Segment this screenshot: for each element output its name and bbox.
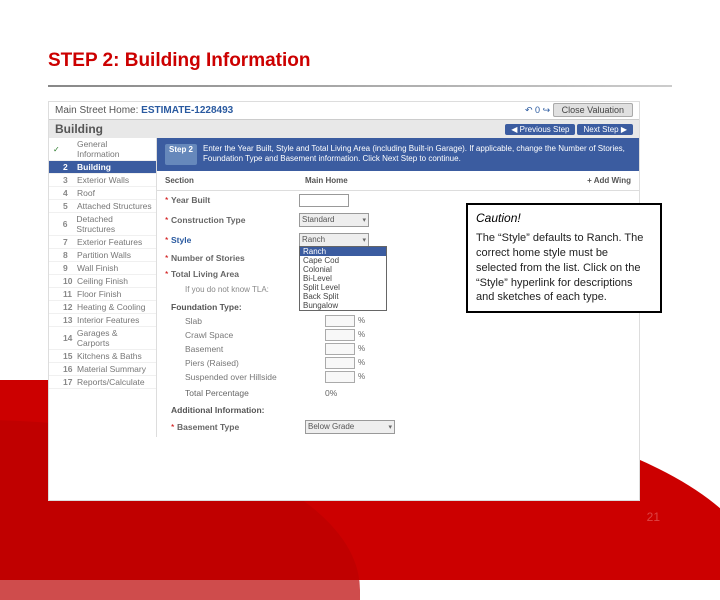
style-option-split-level[interactable]: Split Level <box>300 283 386 292</box>
style-dropdown-list: Ranch Cape Cod Colonial Bi-Level Split L… <box>299 246 387 311</box>
select-construction-type[interactable]: Standard <box>299 213 369 227</box>
sidebar-item-wall-finish[interactable]: 9Wall Finish <box>49 262 156 275</box>
input-year-built[interactable] <box>299 194 349 207</box>
label-construction-type: Construction Type <box>171 215 299 225</box>
section-title-row: Building ◀ Previous StepNext Step ▶ <box>49 120 639 138</box>
sidebar-item-roof[interactable]: 4Roof <box>49 187 156 200</box>
column-main-home: Main Home <box>305 176 348 185</box>
caution-callout: Caution! The “Style” defaults to Ranch. … <box>466 203 662 313</box>
value-total-percentage: 0% <box>325 388 337 398</box>
page-number: 21 <box>647 510 660 524</box>
style-option-cape-cod[interactable]: Cape Cod <box>300 256 386 265</box>
select-basement-type[interactable]: Below Grade <box>305 420 395 434</box>
sidebar-item-general-information[interactable]: General Information <box>49 138 156 161</box>
label-number-of-stories: Number of Stories <box>171 253 299 263</box>
label-style-link[interactable]: Style <box>171 235 299 245</box>
sidebar-item-material-summary[interactable]: 16Material Summary <box>49 363 156 376</box>
label-suspended-hillside: Suspended over Hillside <box>185 372 325 382</box>
input-crawl-space-pct[interactable] <box>325 329 355 341</box>
input-slab-pct[interactable] <box>325 315 355 327</box>
label-year-built: Year Built <box>171 195 299 205</box>
label-slab: Slab <box>185 316 325 326</box>
next-step-button[interactable]: Next Step ▶ <box>577 124 633 135</box>
sidebar-item-interior-features[interactable]: 13Interior Features <box>49 314 156 327</box>
previous-step-button[interactable]: ◀ Previous Step <box>505 124 575 135</box>
step-tag: Step 2 <box>165 144 197 165</box>
sidebar-item-ceiling-finish[interactable]: 10Ceiling Finish <box>49 275 156 288</box>
sidebar-item-detached-structures[interactable]: 6Detached Structures <box>49 213 156 236</box>
style-option-back-split[interactable]: Back Split <box>300 292 386 301</box>
undo-indicator[interactable]: ↶ 0 ↪ <box>525 105 550 115</box>
label-total-living-area: Total Living Area <box>171 269 299 279</box>
tla-hint: If you do not know TLA: <box>171 285 269 294</box>
label-piers-raised: Piers (Raised) <box>185 358 325 368</box>
style-option-bungalow[interactable]: Bungalow <box>300 301 386 310</box>
title-underline <box>48 85 672 87</box>
sidebar-item-kitchens-baths[interactable]: 15Kitchens & Baths <box>49 350 156 363</box>
sidebar-item-partition-walls[interactable]: 8Partition Walls <box>49 249 156 262</box>
sidebar-item-exterior-features[interactable]: 7Exterior Features <box>49 236 156 249</box>
input-suspended-pct[interactable] <box>325 371 355 383</box>
label-basement-type: Basement Type <box>177 422 305 432</box>
label-crawl-space: Crawl Space <box>185 330 325 340</box>
callout-title: Caution! <box>476 211 652 225</box>
add-wing-link[interactable]: + Add Wing <box>587 176 631 185</box>
style-option-ranch[interactable]: Ranch <box>300 247 386 256</box>
sidebar-item-attached-structures[interactable]: 5Attached Structures <box>49 200 156 213</box>
input-piers-pct[interactable] <box>325 357 355 369</box>
estimate-id: ESTIMATE-1228493 <box>141 105 233 116</box>
sidebar-item-building[interactable]: 2Building <box>49 161 156 174</box>
slide-title: STEP 2: Building Information <box>0 0 720 82</box>
crumb-prefix: Main Street Home: <box>55 105 138 116</box>
sidebar-item-garages-carports[interactable]: 14Garages & Carports <box>49 327 156 350</box>
input-basement-pct[interactable] <box>325 343 355 355</box>
close-valuation-button[interactable]: Close Valuation <box>553 103 633 117</box>
callout-body: The “Style” defaults to Ranch. The corre… <box>476 231 652 305</box>
sidebar-item-heating-cooling[interactable]: 12Heating & Cooling <box>49 301 156 314</box>
select-style[interactable]: Ranch <box>299 233 369 247</box>
style-option-bi-level[interactable]: Bi-Level <box>300 274 386 283</box>
sidebar-item-floor-finish[interactable]: 11Floor Finish <box>49 288 156 301</box>
label-total-percentage: Total Percentage <box>185 388 325 398</box>
column-section: Section <box>165 176 305 185</box>
sidebar-item-reports-calculate[interactable]: 17Reports/Calculate <box>49 376 156 389</box>
step-banner: Step 2 Enter the Year Built, Style and T… <box>157 138 639 171</box>
label-basement: Basement <box>185 344 325 354</box>
section-title: Building <box>55 122 103 136</box>
wizard-sidebar: General Information 2Building 3Exterior … <box>49 138 157 437</box>
sidebar-item-exterior-walls[interactable]: 3Exterior Walls <box>49 174 156 187</box>
additional-info-header: Additional Information: <box>157 400 639 417</box>
breadcrumb-bar: Main Street Home: ESTIMATE-1228493 ↶ 0 ↪… <box>49 102 639 120</box>
style-option-colonial[interactable]: Colonial <box>300 265 386 274</box>
step-instructions: Enter the Year Built, Style and Total Li… <box>203 144 631 165</box>
